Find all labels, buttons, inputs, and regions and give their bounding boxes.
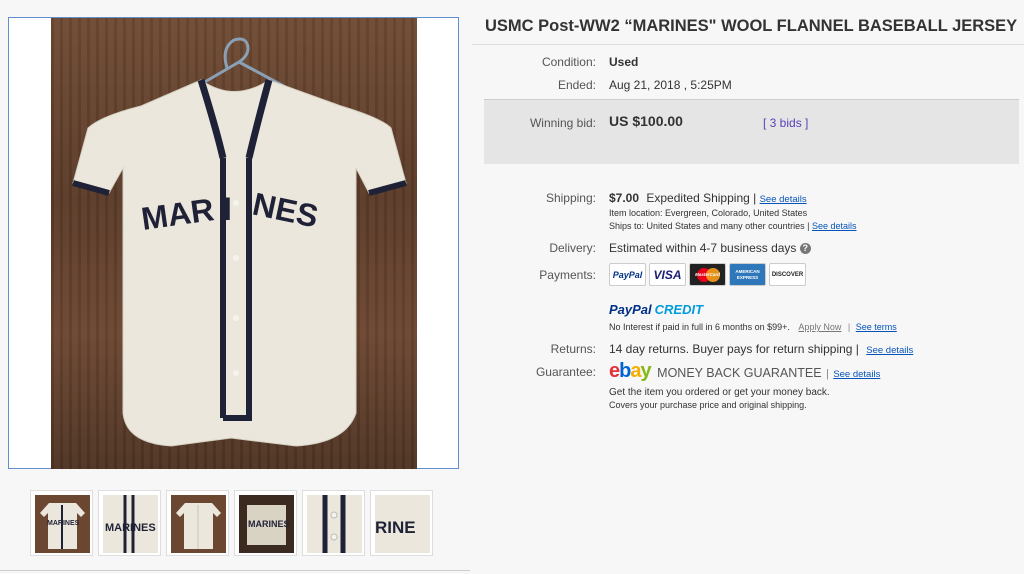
guarantee-see-details-link[interactable]: See details xyxy=(833,369,880,380)
paypal-credit-text: No Interest if paid in full in 6 months … xyxy=(609,322,790,332)
wood-background: MAR NES I xyxy=(51,18,417,469)
thumbnail-strip: MARINES MARINES MARINES RINE xyxy=(30,490,438,558)
delivery-line: Estimated within 4-7 business days ? xyxy=(609,241,811,255)
guarantee-label: Guarantee: xyxy=(535,365,596,379)
paypal-credit-line: No Interest if paid in full in 6 months … xyxy=(609,322,897,332)
listing-title: USMC Post-WW2 “MARINES" WOOL FLANNEL BAS… xyxy=(485,17,1018,35)
shipping-method: Expedited Shipping | xyxy=(646,191,757,205)
shipping-cost: $7.00 xyxy=(609,191,640,205)
thumbnail-2[interactable]: MARINES xyxy=(98,490,161,556)
ships-to-see-details-link[interactable]: See details xyxy=(812,221,857,231)
amex-icon: AMERICAN EXPRESS xyxy=(729,263,766,286)
main-product-photo[interactable]: MAR NES I xyxy=(8,17,459,469)
delivery-value: Estimated within 4-7 business days xyxy=(609,241,797,255)
svg-text:RINE: RINE xyxy=(375,518,416,537)
bid-history-link[interactable]: [ 3 bids ] xyxy=(763,116,808,130)
thumbnail-1[interactable]: MARINES xyxy=(30,490,93,556)
ships-to-text: Ships to: United States and many other c… xyxy=(609,221,810,231)
paypal-credit-logo: PayPal CREDIT xyxy=(609,302,704,317)
shipping-line: $7.00 Expedited Shipping | See details xyxy=(609,191,807,205)
apply-now-link[interactable]: Apply Now xyxy=(798,322,841,332)
thumbnail-5[interactable] xyxy=(302,490,365,556)
see-terms-link[interactable]: See terms xyxy=(856,322,897,332)
item-location: Item location: Evergreen, Colorado, Unit… xyxy=(609,208,808,218)
thumbnail-3[interactable] xyxy=(166,490,229,556)
winning-bid-panel xyxy=(484,99,1019,164)
condition-label: Condition: xyxy=(541,55,596,69)
ended-value: Aug 21, 2018 , 5:25PM xyxy=(609,78,732,92)
ships-to-line: Ships to: United States and many other c… xyxy=(609,221,857,231)
mastercard-icon: MasterCard xyxy=(689,263,726,286)
divider xyxy=(472,44,1024,45)
shipping-see-details-link[interactable]: See details xyxy=(760,194,807,205)
returns-see-details-link[interactable]: See details xyxy=(866,345,913,356)
guarantee-line-2: Covers your purchase price and original … xyxy=(609,400,807,410)
delivery-label: Delivery: xyxy=(549,241,596,255)
paypal-icon: PayPal xyxy=(609,263,646,286)
ended-label: Ended: xyxy=(557,78,596,92)
money-back-guarantee-title: MONEY BACK GUARANTEE xyxy=(657,366,822,380)
visa-icon: VISA xyxy=(649,263,686,286)
payments-label: Payments: xyxy=(539,268,596,282)
divider xyxy=(0,570,470,571)
svg-text:MARINES: MARINES xyxy=(47,520,80,527)
winning-bid-label: Winning bid: xyxy=(529,116,596,130)
svg-text:MARINES: MARINES xyxy=(248,519,290,529)
svg-text:I: I xyxy=(223,191,232,227)
shipping-label: Shipping: xyxy=(545,191,596,205)
help-icon[interactable]: ? xyxy=(799,243,811,255)
returns-line: 14 day returns. Buyer pays for return sh… xyxy=(609,342,913,356)
guarantee-line-1: Get the item you ordered or get your mon… xyxy=(609,387,830,398)
returns-value: 14 day returns. Buyer pays for return sh… xyxy=(609,342,859,356)
payment-methods: PayPal VISA MasterCard AMERICAN EXPRESS … xyxy=(609,263,809,287)
thumbnail-4[interactable]: MARINES xyxy=(234,490,297,556)
returns-label: Returns: xyxy=(550,342,596,356)
svg-text:MARINES: MARINES xyxy=(105,522,156,534)
winning-bid-value: US $100.00 xyxy=(609,113,683,129)
condition-value: Used xyxy=(609,55,639,69)
guarantee-line: ebay MONEY BACK GUARANTEE | See details xyxy=(609,360,881,382)
thumbnail-6[interactable]: RINE xyxy=(370,490,433,556)
ebay-logo: ebay xyxy=(609,360,652,382)
discover-icon: DISCOVER xyxy=(769,263,806,286)
jersey-illustration: MAR NES I xyxy=(72,37,407,447)
